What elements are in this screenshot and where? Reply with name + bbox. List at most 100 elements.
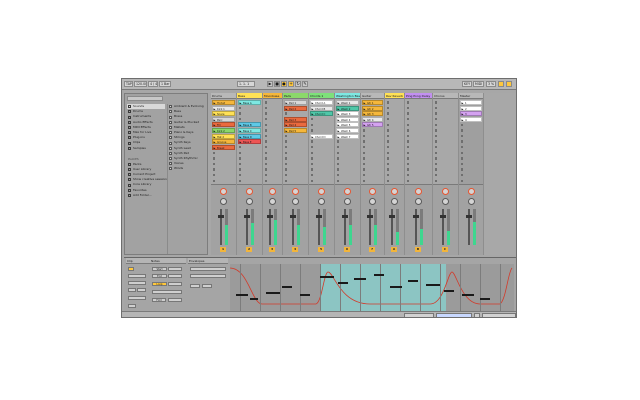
clip-slot-empty[interactable]	[284, 139, 307, 144]
clip-slot-empty[interactable]	[460, 167, 482, 172]
clip-slot-filled[interactable]: Bass B	[238, 122, 261, 128]
volume-fader-cap[interactable]	[367, 215, 373, 218]
send-knob[interactable]	[246, 198, 253, 205]
clip-slot-empty[interactable]	[336, 162, 359, 167]
clip-slot-empty[interactable]	[284, 145, 307, 150]
volume-fader-cap[interactable]	[389, 215, 395, 218]
midi-note[interactable]	[300, 294, 310, 296]
clip-slot-empty[interactable]	[362, 150, 383, 155]
clip-slot-filled[interactable]: Snare	[212, 111, 235, 117]
clip-slot-empty[interactable]	[238, 150, 261, 155]
clip-slot-empty[interactable]	[362, 128, 383, 133]
clip-slot-empty[interactable]	[386, 178, 403, 183]
midi-note[interactable]	[320, 276, 334, 278]
clip-slot-empty[interactable]	[386, 173, 403, 178]
clip-slot-empty[interactable]	[336, 145, 359, 150]
clip-slot-empty[interactable]	[460, 145, 482, 150]
clip-slot-empty[interactable]	[406, 122, 431, 127]
clip-slot-filled[interactable]: Hat 2	[212, 133, 235, 139]
pan-knob[interactable]	[220, 188, 227, 195]
midi-note-editor[interactable]	[230, 264, 514, 314]
volume-fader-cap[interactable]	[413, 215, 419, 218]
midi-note[interactable]	[266, 292, 280, 294]
overview-scrollbar[interactable]	[404, 313, 434, 317]
clip-slot-empty[interactable]	[386, 117, 403, 122]
clip-slot-empty[interactable]	[212, 162, 235, 167]
clip-slot-empty[interactable]	[434, 106, 457, 111]
clip-slot-empty[interactable]	[264, 150, 281, 155]
clip-slot-empty[interactable]	[434, 122, 457, 127]
send-knob[interactable]	[344, 198, 351, 205]
clip-slot-empty[interactable]	[284, 150, 307, 155]
track-activator-button[interactable]: B	[415, 247, 421, 252]
clip-slot-empty[interactable]	[434, 173, 457, 178]
signature-denominator[interactable]	[137, 288, 146, 292]
clip-slot-filled[interactable]: 2	[460, 105, 482, 111]
loop-icon[interactable]: ↻	[295, 81, 301, 87]
clip-slot-empty[interactable]	[212, 150, 235, 155]
clip-slot-empty[interactable]	[284, 178, 307, 183]
pan-knob[interactable]	[344, 188, 351, 195]
track-activator-button[interactable]: A	[391, 247, 397, 252]
clip-slot-filled[interactable]: Kick 1	[212, 105, 235, 111]
clip-slot-filled[interactable]: 4	[460, 116, 482, 122]
groove-menu[interactable]	[128, 296, 146, 300]
browser-place-item[interactable]: Add Folder...	[127, 193, 165, 198]
clip-slot-empty[interactable]	[284, 167, 307, 172]
volume-fader-cap[interactable]	[342, 215, 348, 218]
clip-slot-empty[interactable]	[406, 173, 431, 178]
clip-slot-empty[interactable]	[310, 156, 333, 161]
midi-note[interactable]	[390, 286, 402, 288]
volume-fader-cap[interactable]	[244, 215, 250, 218]
clip-slot-filled[interactable]: Pad 3	[284, 116, 307, 122]
volume-fader-cap[interactable]	[465, 215, 472, 218]
pan-knob[interactable]	[246, 188, 253, 195]
midi-note[interactable]	[236, 294, 248, 296]
track-header[interactable]: Drums	[211, 93, 236, 99]
clip-slot-empty[interactable]	[460, 150, 482, 155]
clip-slot-filled[interactable]: Chord D	[310, 133, 333, 139]
draw-mode-icon[interactable]: ✎	[302, 81, 308, 87]
volume-fader-cap[interactable]	[218, 215, 224, 218]
clip-slot-filled[interactable]: Gtr 3	[362, 111, 383, 117]
commit-button[interactable]	[128, 304, 136, 308]
clip-slot-empty[interactable]	[362, 156, 383, 161]
clip-slot-filled[interactable]: Bass C	[238, 128, 261, 133]
clip-slot-empty[interactable]	[406, 100, 431, 105]
tempo-field[interactable]: 120.00	[134, 81, 147, 87]
midi-note[interactable]	[374, 274, 384, 276]
browser-file-item[interactable]: Winds	[168, 166, 207, 171]
send-knob[interactable]	[269, 198, 276, 205]
detail-toggle-icon[interactable]	[474, 313, 480, 317]
clip-slot-empty[interactable]	[238, 178, 261, 183]
track-activator-button[interactable]: 7	[369, 247, 375, 252]
clip-name-field[interactable]	[128, 274, 146, 278]
send-knob[interactable]	[220, 198, 227, 205]
clip-slot-filled[interactable]: Gtr 4	[362, 116, 383, 122]
loop-toggle[interactable]: Loop	[152, 282, 167, 286]
clip-slot-empty[interactable]	[406, 150, 431, 155]
pan-knob[interactable]	[442, 188, 449, 195]
clip-slot-empty[interactable]	[362, 173, 383, 178]
track-header[interactable]: Chorus	[433, 93, 458, 99]
track-header[interactable]: Rev Reverb	[385, 93, 404, 99]
key-map-button[interactable]: KEY	[462, 81, 472, 87]
envelope-device-chooser[interactable]	[190, 267, 226, 271]
midi-note[interactable]	[426, 284, 440, 286]
clip-slot-empty[interactable]	[264, 134, 281, 139]
clip-slot-empty[interactable]	[434, 178, 457, 183]
quantize-menu[interactable]: 1 Bar	[159, 81, 171, 87]
midi-note[interactable]	[250, 298, 258, 300]
send-knob[interactable]	[369, 198, 376, 205]
clip-slot-empty[interactable]	[310, 173, 333, 178]
clip-slot-empty[interactable]	[238, 167, 261, 172]
tap-tempo-button[interactable]: TAP	[124, 81, 133, 87]
midi-note[interactable]	[282, 286, 292, 288]
clip-slot-empty[interactable]	[336, 139, 359, 144]
fold-button[interactable]: Fold	[152, 298, 166, 302]
clip-slot-empty[interactable]	[362, 178, 383, 183]
clip-slot-empty[interactable]	[386, 156, 403, 161]
clip-slot-filled[interactable]: Wash 7	[336, 133, 359, 139]
send-knob[interactable]	[442, 198, 449, 205]
stop-icon[interactable]: ■	[274, 81, 280, 87]
